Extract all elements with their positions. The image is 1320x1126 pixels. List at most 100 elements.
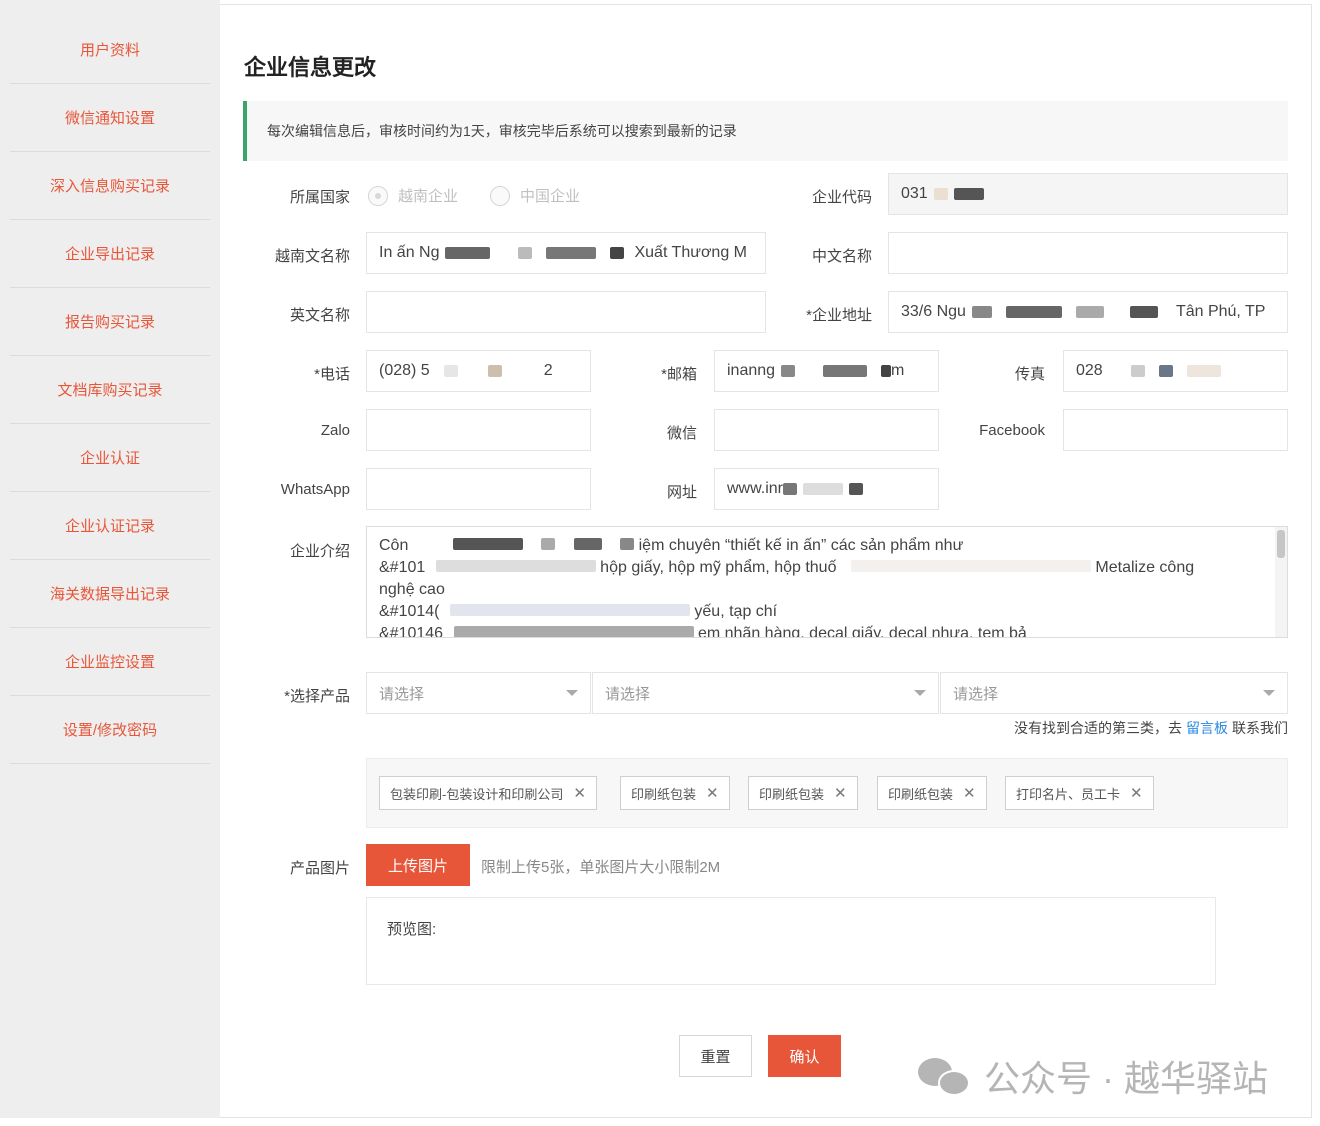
intro-textarea[interactable]: Côn iệm chuyên “thiết kế in ấn” các sản … [366, 526, 1288, 638]
redaction-mark [443, 365, 458, 377]
redaction-mark [620, 538, 635, 550]
whatsapp-label: WhatsApp [280, 481, 350, 498]
wechat-icon [918, 1056, 972, 1096]
vn-name-field[interactable]: In ấn Ng Xuất Thương M [366, 232, 766, 274]
phone-value-end: 2 [543, 362, 553, 379]
email-value-end: m [891, 362, 905, 379]
selected-products-box: 包装印刷-包装设计和印刷公司 ✕ 印刷纸包装 ✕ 印刷纸包装 ✕ 印刷纸包装 ✕ 打印名… [366, 758, 1288, 828]
wechat-label: 微信 [666, 425, 697, 442]
product-select-3[interactable]: 请选择 [940, 672, 1288, 714]
en-name-field[interactable] [366, 291, 766, 333]
upload-hint: 限制上传5张，单张图片大小限制2M [481, 859, 721, 876]
redaction-mark [1005, 306, 1062, 318]
intro-line: &#10146 em nhãn hàng, decal giấy, decal … [379, 623, 1275, 638]
intro-text: Metalize công [1095, 559, 1195, 576]
redaction-mark [823, 365, 868, 377]
zalo-label: Zalo [320, 422, 350, 439]
sidebar-item-doc-purchases[interactable]: 文档库购买记录 [10, 356, 210, 424]
email-field[interactable]: inanng m [714, 350, 939, 392]
intro-line: Côn iệm chuyên “thiết kế in ấn” các sản … [379, 535, 1275, 557]
product-tag: 包装印刷-包装设计和印刷公司 ✕ [379, 776, 597, 810]
close-icon[interactable]: ✕ [1130, 784, 1143, 802]
redaction-mark [1075, 306, 1104, 318]
close-icon[interactable]: ✕ [706, 784, 719, 802]
redaction-mark [783, 483, 798, 495]
redaction-mark [781, 365, 796, 377]
address-label: *企业地址 [806, 307, 872, 324]
radio-china[interactable]: 中国企业 [490, 185, 580, 206]
tag-label: 印刷纸包装 [631, 786, 697, 802]
wechat-field[interactable] [714, 409, 939, 451]
message-board-link[interactable]: 留言板 [1186, 720, 1228, 736]
redaction-mark [449, 604, 690, 616]
intro-line: &#101 hộp giấy, hộp mỹ phẩm, hộp thuố Me… [379, 557, 1275, 579]
en-name-label: 英文名称 [289, 307, 350, 324]
redaction-mark [953, 188, 984, 200]
sidebar-item-company-verify[interactable]: 企业认证 [10, 424, 210, 492]
tag-label: 打印名片、员工卡 [1016, 786, 1121, 802]
radio-circle-icon [490, 185, 510, 206]
whatsapp-field[interactable] [366, 468, 591, 510]
tag-label: 包装印刷-包装设计和印刷公司 [390, 786, 564, 802]
confirm-button[interactable]: 确认 [768, 1035, 841, 1077]
zalo-field[interactable] [366, 409, 591, 451]
fax-field[interactable]: 028 [1063, 350, 1288, 392]
close-icon[interactable]: ✕ [834, 784, 847, 802]
sidebar-item-deep-info-purchases[interactable]: 深入信息购买记录 [10, 152, 210, 220]
sidebar-item-report-purchases[interactable]: 报告购买记录 [10, 288, 210, 356]
chevron-down-icon [1263, 690, 1275, 696]
sidebar-item-company-exports[interactable]: 企业导出记录 [10, 220, 210, 288]
country-label: 所属国家 [289, 189, 350, 206]
close-icon[interactable]: ✕ [963, 784, 976, 802]
notice-banner: 每次编辑信息后，审核时间约为1天，审核完毕后系统可以搜索到最新的记录 [243, 101, 1288, 161]
product-label: *选择产品 [284, 688, 350, 705]
radio-vietnam-label: 越南企业 [398, 188, 459, 205]
website-label: 网址 [666, 484, 697, 501]
sidebar-item-password[interactable]: 设置/修改密码 [10, 696, 210, 764]
sidebar-item-customs-exports[interactable]: 海关数据导出记录 [10, 560, 210, 628]
close-icon[interactable]: ✕ [573, 784, 586, 802]
product-select-2[interactable]: 请选择 [592, 672, 939, 714]
select-placeholder: 请选择 [953, 685, 999, 703]
hint-tail: 联系我们 [1232, 720, 1288, 736]
vn-name-value-end: Xuất Thương M [634, 244, 747, 261]
cn-name-field[interactable] [888, 232, 1288, 274]
intro-text: yếu, tạp chí [694, 603, 778, 620]
address-field[interactable]: 33/6 Ngu Tân Phú, TP [888, 291, 1288, 333]
intro-text: iệm chuyên “thiết kế in ấn” các sản phẩm… [638, 537, 964, 554]
reset-button[interactable]: 重置 [679, 1035, 752, 1077]
product-select-1[interactable]: 请选择 [366, 672, 591, 714]
radio-china-label: 中国企业 [520, 188, 581, 205]
chevron-down-icon [566, 690, 578, 696]
redaction-mark [573, 538, 602, 550]
phone-field[interactable]: (028) 5 2 [366, 350, 591, 392]
vn-name-value-start: In ấn Ng [379, 244, 440, 261]
sidebar-item-user-profile[interactable]: 用户资料 [10, 16, 210, 84]
chevron-down-icon [914, 690, 926, 696]
tag-label: 印刷纸包装 [888, 786, 954, 802]
redaction-mark [1130, 365, 1145, 377]
fax-label: 传真 [1014, 366, 1045, 383]
code-field[interactable]: 031 [888, 173, 1288, 215]
textarea-scrollbar[interactable] [1275, 527, 1287, 637]
intro-line: &#1014( yếu, tạp chí [379, 601, 1275, 623]
phone-label: *电话 [314, 366, 350, 383]
scrollbar-thumb[interactable] [1277, 530, 1285, 558]
intro-text: Côn [379, 537, 409, 554]
redaction-mark [610, 247, 625, 259]
product-tag: 印刷纸包装 ✕ [877, 776, 987, 810]
redaction-mark [849, 483, 864, 495]
intro-text: em nhãn hàng, decal giấy, decal nhựa, te… [697, 625, 1027, 638]
website-field[interactable]: www.inr [714, 468, 939, 510]
select-placeholder: 请选择 [379, 685, 425, 703]
sidebar-item-monitor-settings[interactable]: 企业监控设置 [10, 628, 210, 696]
upload-image-button[interactable]: 上传图片 [366, 844, 470, 886]
vn-name-label: 越南文名称 [274, 248, 350, 265]
redaction-mark [850, 560, 1091, 572]
sidebar-item-wechat-notify[interactable]: 微信通知设置 [10, 84, 210, 152]
radio-vietnam[interactable]: 越南企业 [368, 185, 458, 206]
sidebar-item-verify-records[interactable]: 企业认证记录 [10, 492, 210, 560]
intro-text: &#101 [379, 559, 426, 576]
facebook-field[interactable] [1063, 409, 1288, 451]
watermark-text: 公众号 · 越华驿站 [984, 1058, 1268, 1099]
